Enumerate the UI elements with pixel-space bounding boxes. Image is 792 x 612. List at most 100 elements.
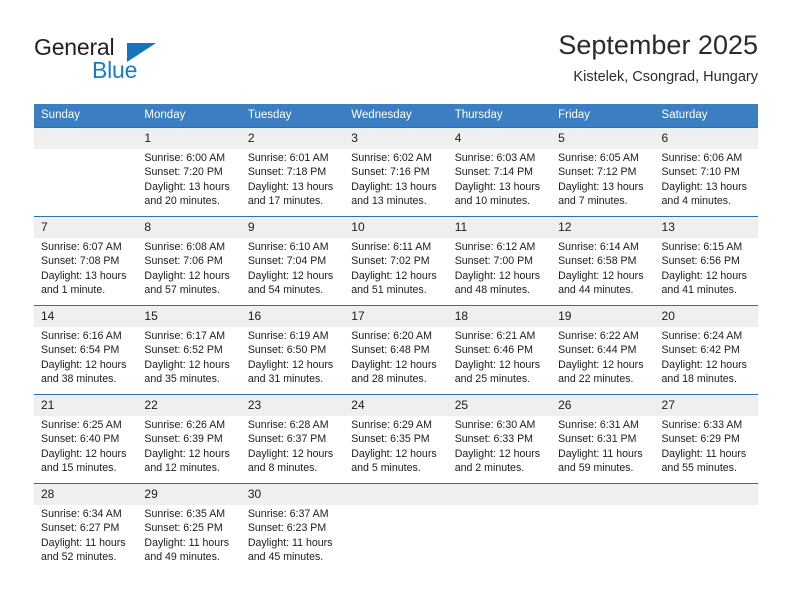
sunrise-time: Sunrise: 6:20 AM xyxy=(351,330,432,342)
sunset-time: Sunset: 6:33 PM xyxy=(454,433,534,446)
calendar-day-cell[interactable]: 12 Sunrise: 6:14 AM Sunset: 6:58 PM Dayligh… xyxy=(551,216,655,306)
calendar-day-cell[interactable]: 14 Sunrise: 6:16 AM Sunset: 6:54 PM Dayligh… xyxy=(34,305,138,395)
calendar-day-cell[interactable]: 17 Sunrise: 6:20 AM Sunset: 6:48 PM Dayligh… xyxy=(344,305,448,395)
day-number xyxy=(344,484,448,505)
day-details: Sunrise: 6:03 AM Sunset: 7:14 PM Daylight:… xyxy=(448,149,551,209)
calendar-day-cell[interactable]: 10 Sunrise: 6:11 AM Sunset: 7:02 PM Dayligh… xyxy=(344,216,448,306)
calendar-day-cell[interactable]: 19 Sunrise: 6:22 AM Sunset: 6:44 PM Dayligh… xyxy=(551,305,655,395)
day-number: 16 xyxy=(240,306,345,327)
weekday-header-row: Sunday Monday Tuesday Wednesday Thursday Frid… xyxy=(34,104,758,128)
sunrise-time: Sunrise: 6:25 AM xyxy=(41,419,122,431)
sunrise-time: Sunrise: 6:01 AM xyxy=(247,152,329,164)
daylight-duration: and 51 minutes. xyxy=(351,284,427,297)
calendar-day-cell[interactable]: 25 Sunrise: 6:30 AM Sunset: 6:33 PM Dayligh… xyxy=(447,394,552,484)
daylight-duration: and 31 minutes. xyxy=(247,373,324,386)
day-number: 14 xyxy=(34,306,138,327)
calendar-day-cell[interactable]: 15 Sunrise: 6:17 AM Sunset: 6:52 PM Dayligh… xyxy=(137,305,241,395)
day-number xyxy=(654,484,758,505)
logo-text-blue: Blue xyxy=(92,57,138,83)
daylight-duration: and 5 minutes. xyxy=(351,462,421,475)
day-number: 24 xyxy=(344,395,448,416)
calendar-day-cell[interactable]: 1 Sunrise: 6:00 AM Sunset: 7:20 PM Daylight… xyxy=(137,127,241,217)
calendar-day-cell[interactable]: 30 Sunrise: 6:37 AM Sunset: 6:23 PM Dayligh… xyxy=(240,483,345,572)
daylight-duration: Daylight: 12 hours xyxy=(454,447,541,460)
weekday-header-wednesday: Wednesday xyxy=(344,104,448,128)
calendar-day-cell[interactable]: 2 Sunrise: 6:01 AM Sunset: 7:18 PM Daylight… xyxy=(240,127,345,217)
daylight-duration: and 12 minutes. xyxy=(144,462,220,475)
daylight-duration: and 45 minutes. xyxy=(247,551,324,564)
sunrise-time: Sunrise: 6:35 AM xyxy=(144,508,226,520)
sunrise-time: Sunrise: 6:00 AM xyxy=(144,152,226,164)
calendar-empty-cell xyxy=(551,483,655,572)
sunrise-time: Sunrise: 6:22 AM xyxy=(558,330,639,342)
daylight-duration: and 54 minutes. xyxy=(247,284,324,297)
calendar-day-cell[interactable]: 26 Sunrise: 6:31 AM Sunset: 6:31 PM Dayligh… xyxy=(551,394,655,484)
daylight-duration: and 13 minutes. xyxy=(351,195,427,208)
daylight-duration: and 44 minutes. xyxy=(558,284,634,297)
day-details: Sunrise: 6:07 AM Sunset: 7:08 PM Daylight:… xyxy=(34,238,137,298)
calendar-day-cell[interactable]: 28 Sunrise: 6:34 AM Sunset: 6:27 PM Dayligh… xyxy=(34,483,138,572)
daylight-duration: Daylight: 11 hours xyxy=(41,536,126,549)
weekday-header-thursday: Thursday xyxy=(447,104,552,128)
sunset-time: Sunset: 6:46 PM xyxy=(454,344,534,357)
daylight-duration: Daylight: 11 hours xyxy=(144,536,230,549)
calendar-day-cell[interactable]: 21 Sunrise: 6:25 AM Sunset: 6:40 PM Dayligh… xyxy=(34,394,138,484)
daylight-duration: and 7 minutes. xyxy=(558,195,628,208)
calendar-day-cell[interactable]: 27 Sunrise: 6:33 AM Sunset: 6:29 PM Dayligh… xyxy=(654,394,758,484)
sunset-time: Sunset: 6:23 PM xyxy=(247,522,327,535)
calendar-day-cell[interactable]: 7 Sunrise: 6:07 AM Sunset: 7:08 PM Daylight… xyxy=(34,216,138,306)
calendar-empty-cell xyxy=(34,127,138,217)
day-details: Sunrise: 6:12 AM Sunset: 7:00 PM Daylight:… xyxy=(448,238,551,298)
daylight-duration: Daylight: 12 hours xyxy=(351,447,437,460)
calendar-day-cell[interactable]: 11 Sunrise: 6:12 AM Sunset: 7:00 PM Dayligh… xyxy=(447,216,552,306)
sunset-time: Sunset: 6:44 PM xyxy=(558,344,637,357)
calendar-day-cell[interactable]: 20 Sunrise: 6:24 AM Sunset: 6:42 PM Dayligh… xyxy=(654,305,758,395)
day-number xyxy=(34,128,138,149)
daylight-duration: Daylight: 12 hours xyxy=(41,447,127,460)
general-blue-logo[interactable]: General Blue xyxy=(34,34,254,90)
calendar-day-cell[interactable]: 13 Sunrise: 6:15 AM Sunset: 6:56 PM Dayligh… xyxy=(654,216,758,306)
daylight-duration: Daylight: 13 hours xyxy=(41,269,127,282)
daylight-duration: and 8 minutes. xyxy=(247,462,318,475)
daylight-duration: Daylight: 11 hours xyxy=(247,536,333,549)
day-number: 19 xyxy=(551,306,655,327)
daylight-duration: Daylight: 13 hours xyxy=(351,180,437,193)
sunset-time: Sunset: 6:25 PM xyxy=(144,522,223,535)
sunset-time: Sunset: 7:16 PM xyxy=(351,166,430,179)
daylight-duration: and 15 minutes. xyxy=(41,462,117,475)
day-number xyxy=(447,484,552,505)
day-details: Sunrise: 6:26 AM Sunset: 6:39 PM Daylight:… xyxy=(137,416,240,476)
daylight-duration: Daylight: 12 hours xyxy=(454,358,541,371)
calendar-day-cell[interactable]: 18 Sunrise: 6:21 AM Sunset: 6:46 PM Dayligh… xyxy=(447,305,552,395)
calendar-day-cell[interactable]: 23 Sunrise: 6:28 AM Sunset: 6:37 PM Dayligh… xyxy=(240,394,345,484)
day-number: 23 xyxy=(240,395,345,416)
calendar-day-cell[interactable]: 29 Sunrise: 6:35 AM Sunset: 6:25 PM Dayligh… xyxy=(137,483,241,572)
calendar-day-cell[interactable]: 4 Sunrise: 6:03 AM Sunset: 7:14 PM Daylight… xyxy=(447,127,552,217)
day-number: 28 xyxy=(34,484,138,505)
day-number: 26 xyxy=(551,395,655,416)
daylight-duration: Daylight: 13 hours xyxy=(661,180,747,193)
calendar-day-cell[interactable]: 9 Sunrise: 6:10 AM Sunset: 7:04 PM Daylight… xyxy=(240,216,345,306)
sunrise-time: Sunrise: 6:31 AM xyxy=(558,419,639,431)
sunset-time: Sunset: 6:31 PM xyxy=(558,433,637,446)
weekday-header-tuesday: Tuesday xyxy=(240,104,345,128)
sunrise-time: Sunrise: 6:21 AM xyxy=(454,330,536,342)
calendar-day-cell[interactable]: 3 Sunrise: 6:02 AM Sunset: 7:16 PM Daylight… xyxy=(344,127,448,217)
day-number: 2 xyxy=(240,128,345,149)
calendar-day-cell[interactable]: 8 Sunrise: 6:08 AM Sunset: 7:06 PM Daylight… xyxy=(137,216,241,306)
calendar-day-cell[interactable]: 5 Sunrise: 6:05 AM Sunset: 7:12 PM Daylight… xyxy=(551,127,655,217)
sunset-time: Sunset: 6:50 PM xyxy=(247,344,327,357)
daylight-duration: and 41 minutes. xyxy=(661,284,737,297)
title-block: September 2025 Kistelek, Csongrad, Hunga… xyxy=(558,28,758,88)
daylight-duration: Daylight: 13 hours xyxy=(454,180,541,193)
calendar-day-cell[interactable]: 16 Sunrise: 6:19 AM Sunset: 6:50 PM Dayligh… xyxy=(240,305,345,395)
weekday-header-friday: Friday xyxy=(551,104,655,128)
sunset-time: Sunset: 7:18 PM xyxy=(247,166,327,179)
calendar-day-cell[interactable]: 6 Sunrise: 6:06 AM Sunset: 7:10 PM Daylight… xyxy=(654,127,758,217)
day-number: 22 xyxy=(137,395,241,416)
weekday-header-monday: Monday xyxy=(137,104,241,128)
calendar-day-cell[interactable]: 24 Sunrise: 6:29 AM Sunset: 6:35 PM Dayligh… xyxy=(344,394,448,484)
daylight-duration: Daylight: 13 hours xyxy=(558,180,644,193)
calendar-day-cell[interactable]: 22 Sunrise: 6:26 AM Sunset: 6:39 PM Dayligh… xyxy=(137,394,241,484)
sunrise-time: Sunrise: 6:34 AM xyxy=(41,508,122,520)
